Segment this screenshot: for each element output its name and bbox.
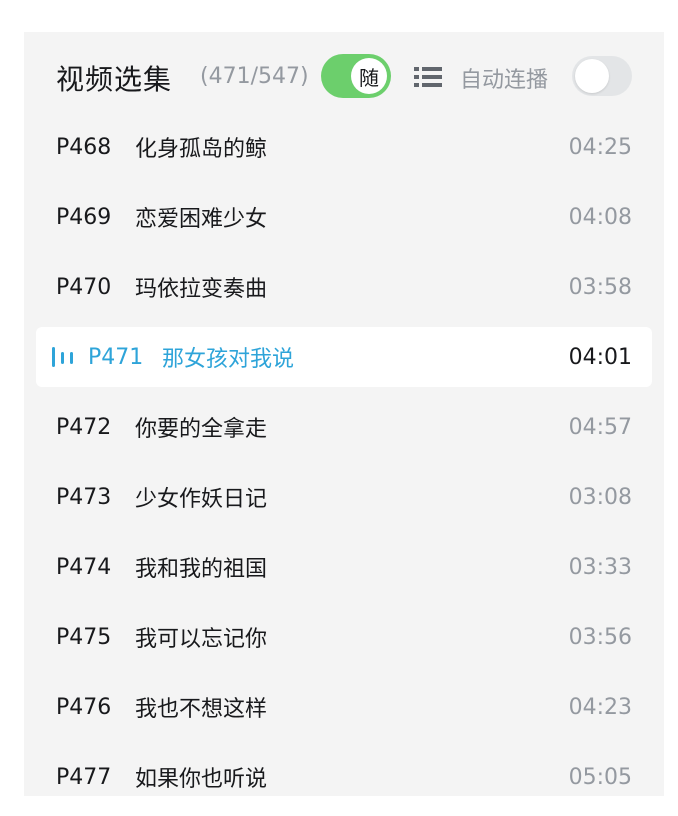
random-toggle-label: 随 [359,65,379,90]
episode-title: 你要的全拿走 [135,417,268,442]
list-item[interactable]: P468 化身孤岛的鲸 04:25 [24,112,664,182]
episode-number: P474 [56,554,112,580]
episode-number: P477 [56,764,112,790]
episode-title: 玛依拉变奏曲 [135,277,268,302]
random-toggle-knob: 随 [351,58,387,94]
episode-duration: 04:57 [568,414,632,440]
panel-header: 视频选集 (471/547) 随 自动连播 [24,32,664,122]
episode-number: P475 [56,624,112,650]
autoplay-toggle[interactable] [572,56,632,96]
list-item[interactable]: P472 你要的全拿走 04:57 [24,392,664,462]
list-item[interactable]: P477 如果你也听说 05:05 [24,742,664,796]
list-item[interactable]: P476 我也不想这样 04:23 [24,672,664,742]
episode-duration: 03:08 [568,484,632,510]
autoplay-label: 自动连播 [460,68,549,93]
random-play-toggle[interactable]: 随 [321,54,391,98]
episode-number: P469 [56,204,112,230]
episode-number: P471 [88,344,144,370]
episode-title: 我也不想这样 [135,697,268,722]
list-item-active[interactable]: P471 那女孩对我说 04:01 [36,327,652,387]
episode-duration: 04:25 [568,134,632,160]
episode-number: P473 [56,484,112,510]
episode-title: 如果你也听说 [135,767,268,792]
list-item[interactable]: P470 玛依拉变奏曲 03:58 [24,252,664,322]
panel-title: 视频选集 [56,63,173,96]
episode-count: (471/547) [200,64,309,89]
episode-duration: 04:23 [568,694,632,720]
episode-number: P468 [56,134,112,160]
episode-list: P468 化身孤岛的鲸 04:25 P469 恋爱困难少女 04:08 P470… [24,112,664,796]
episode-panel: 视频选集 (471/547) 随 自动连播 P468 化身孤岛的鲸 04:25 … [24,32,664,796]
episode-number: P476 [56,694,112,720]
episode-title: 化身孤岛的鲸 [135,137,268,162]
episode-duration: 03:58 [568,274,632,300]
episode-duration: 04:08 [568,204,632,230]
autoplay-toggle-knob [575,59,609,93]
list-item[interactable]: P473 少女作妖日记 03:08 [24,462,664,532]
episode-title: 少女作妖日记 [135,487,268,512]
episode-duration: 05:05 [568,764,632,790]
list-item[interactable]: P474 我和我的祖国 03:33 [24,532,664,602]
list-view-icon[interactable] [414,65,442,89]
episode-title: 我和我的祖国 [135,557,268,582]
episode-duration: 03:56 [568,624,632,650]
episode-title: 恋爱困难少女 [135,207,268,232]
list-item[interactable]: P469 恋爱困难少女 04:08 [24,182,664,252]
list-item[interactable]: P475 我可以忘记你 03:56 [24,602,664,672]
playing-bars-icon [52,347,73,367]
episode-title: 我可以忘记你 [135,627,268,652]
episode-duration: 03:33 [568,554,632,580]
episode-title: 那女孩对我说 [162,347,295,372]
episode-duration: 04:01 [568,344,632,370]
episode-number: P472 [56,414,112,440]
episode-number: P470 [56,274,112,300]
